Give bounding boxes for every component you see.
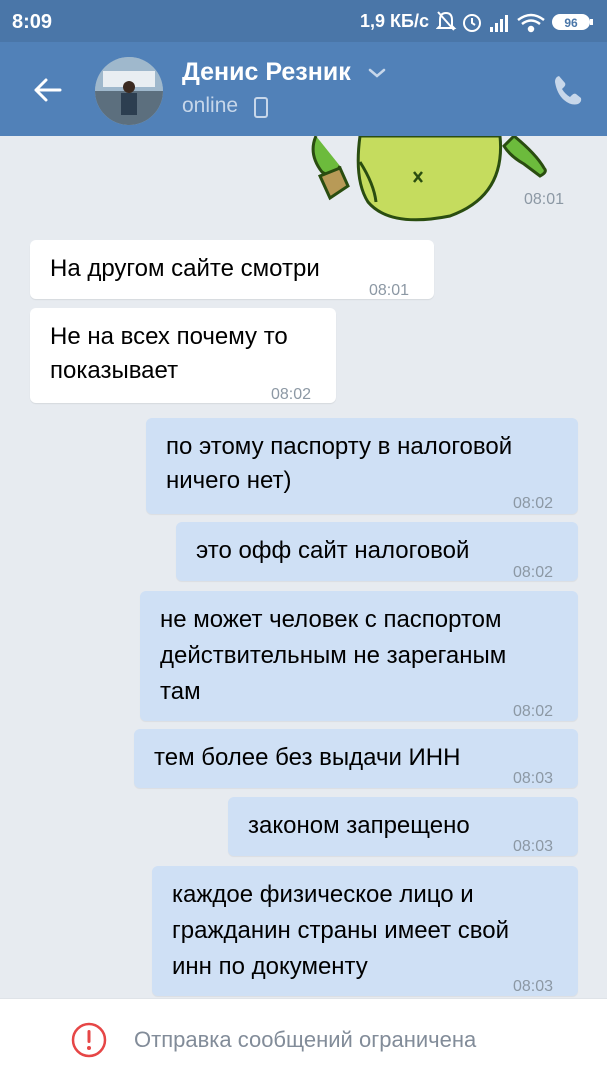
message-text: показывает bbox=[50, 357, 179, 384]
send-restricted-bar: Отправка сообщений ограничена bbox=[0, 998, 607, 1080]
wifi-icon bbox=[517, 13, 545, 33]
exclamation-circle-icon bbox=[71, 1022, 107, 1058]
message-text: каждое физическое лицо и bbox=[172, 881, 474, 908]
message-bubble-outgoing[interactable]: по этому паспорту в налоговой ничего нет… bbox=[146, 418, 578, 514]
status-bar: 8:09 1,9 КБ/с 96 bbox=[0, 0, 607, 42]
message-time: 08:03 bbox=[513, 978, 554, 995]
battery-icon: 96 bbox=[552, 14, 593, 30]
message-text: законом запрещено bbox=[248, 812, 470, 839]
message-text: Не на всех почему то bbox=[50, 323, 288, 350]
mute-icon bbox=[436, 11, 457, 31]
status-icons: 96 bbox=[436, 11, 593, 33]
message-time: 08:02 bbox=[513, 703, 554, 720]
message-time: 08:01 bbox=[369, 282, 410, 299]
message-text: это офф сайт налоговой bbox=[196, 537, 470, 564]
presence-status: online bbox=[182, 94, 239, 117]
chat-header: Денис Резник online bbox=[0, 42, 607, 136]
message-time: 08:02 bbox=[513, 564, 554, 581]
message-text: ничего нет) bbox=[166, 467, 292, 494]
message-text: действительным не зареганым bbox=[160, 642, 507, 669]
alarm-icon bbox=[463, 14, 481, 32]
message-text: по этому паспорту в налоговой bbox=[166, 433, 513, 460]
message-text: не может человек с паспортом bbox=[160, 606, 502, 633]
message-time: 08:01 bbox=[524, 191, 565, 208]
message-bubble-outgoing[interactable]: тем более без выдачи ИНН 08:03 bbox=[134, 729, 578, 788]
send-restricted-text: Отправка сообщений ограничена bbox=[134, 1027, 477, 1052]
message-text: там bbox=[160, 678, 201, 705]
message-list[interactable]: 08:01 На другом сайте смотри 08:01 Не на… bbox=[0, 136, 607, 998]
network-speed: 1,9 КБ/с bbox=[360, 11, 429, 31]
message-bubble-incoming[interactable]: На другом сайте смотри 08:01 bbox=[30, 240, 434, 299]
message-text: инн по документу bbox=[172, 953, 368, 980]
chevron-down-icon[interactable] bbox=[366, 64, 388, 82]
message-time: 08:02 bbox=[513, 495, 554, 512]
message-text: На другом сайте смотри bbox=[50, 255, 320, 282]
mobile-icon bbox=[254, 97, 268, 118]
message-text: тем более без выдачи ИНН bbox=[154, 744, 461, 771]
message-text: гражданин страны имеет свой bbox=[172, 917, 509, 944]
contact-name[interactable]: Денис Резник bbox=[182, 58, 351, 87]
message-time: 08:02 bbox=[271, 386, 312, 403]
svg-text:96: 96 bbox=[564, 16, 578, 30]
phone-icon[interactable] bbox=[548, 70, 588, 110]
avatar[interactable] bbox=[95, 57, 163, 125]
sticker-frog[interactable] bbox=[300, 136, 562, 232]
message-bubble-outgoing[interactable]: каждое физическое лицо и гражданин стран… bbox=[152, 866, 578, 996]
message-time: 08:03 bbox=[513, 838, 554, 855]
status-time: 8:09 bbox=[12, 11, 53, 33]
message-bubble-outgoing[interactable]: законом запрещено 08:03 bbox=[228, 797, 578, 856]
arrow-left-icon[interactable] bbox=[26, 68, 70, 112]
message-bubble-incoming[interactable]: Не на всех почему то показывает 08:02 bbox=[30, 308, 336, 403]
message-time: 08:03 bbox=[513, 770, 554, 787]
message-bubble-outgoing[interactable]: не может человек с паспортом действитель… bbox=[140, 591, 578, 721]
signal-icon bbox=[490, 15, 508, 32]
message-bubble-outgoing[interactable]: это офф сайт налоговой 08:02 bbox=[176, 522, 578, 581]
